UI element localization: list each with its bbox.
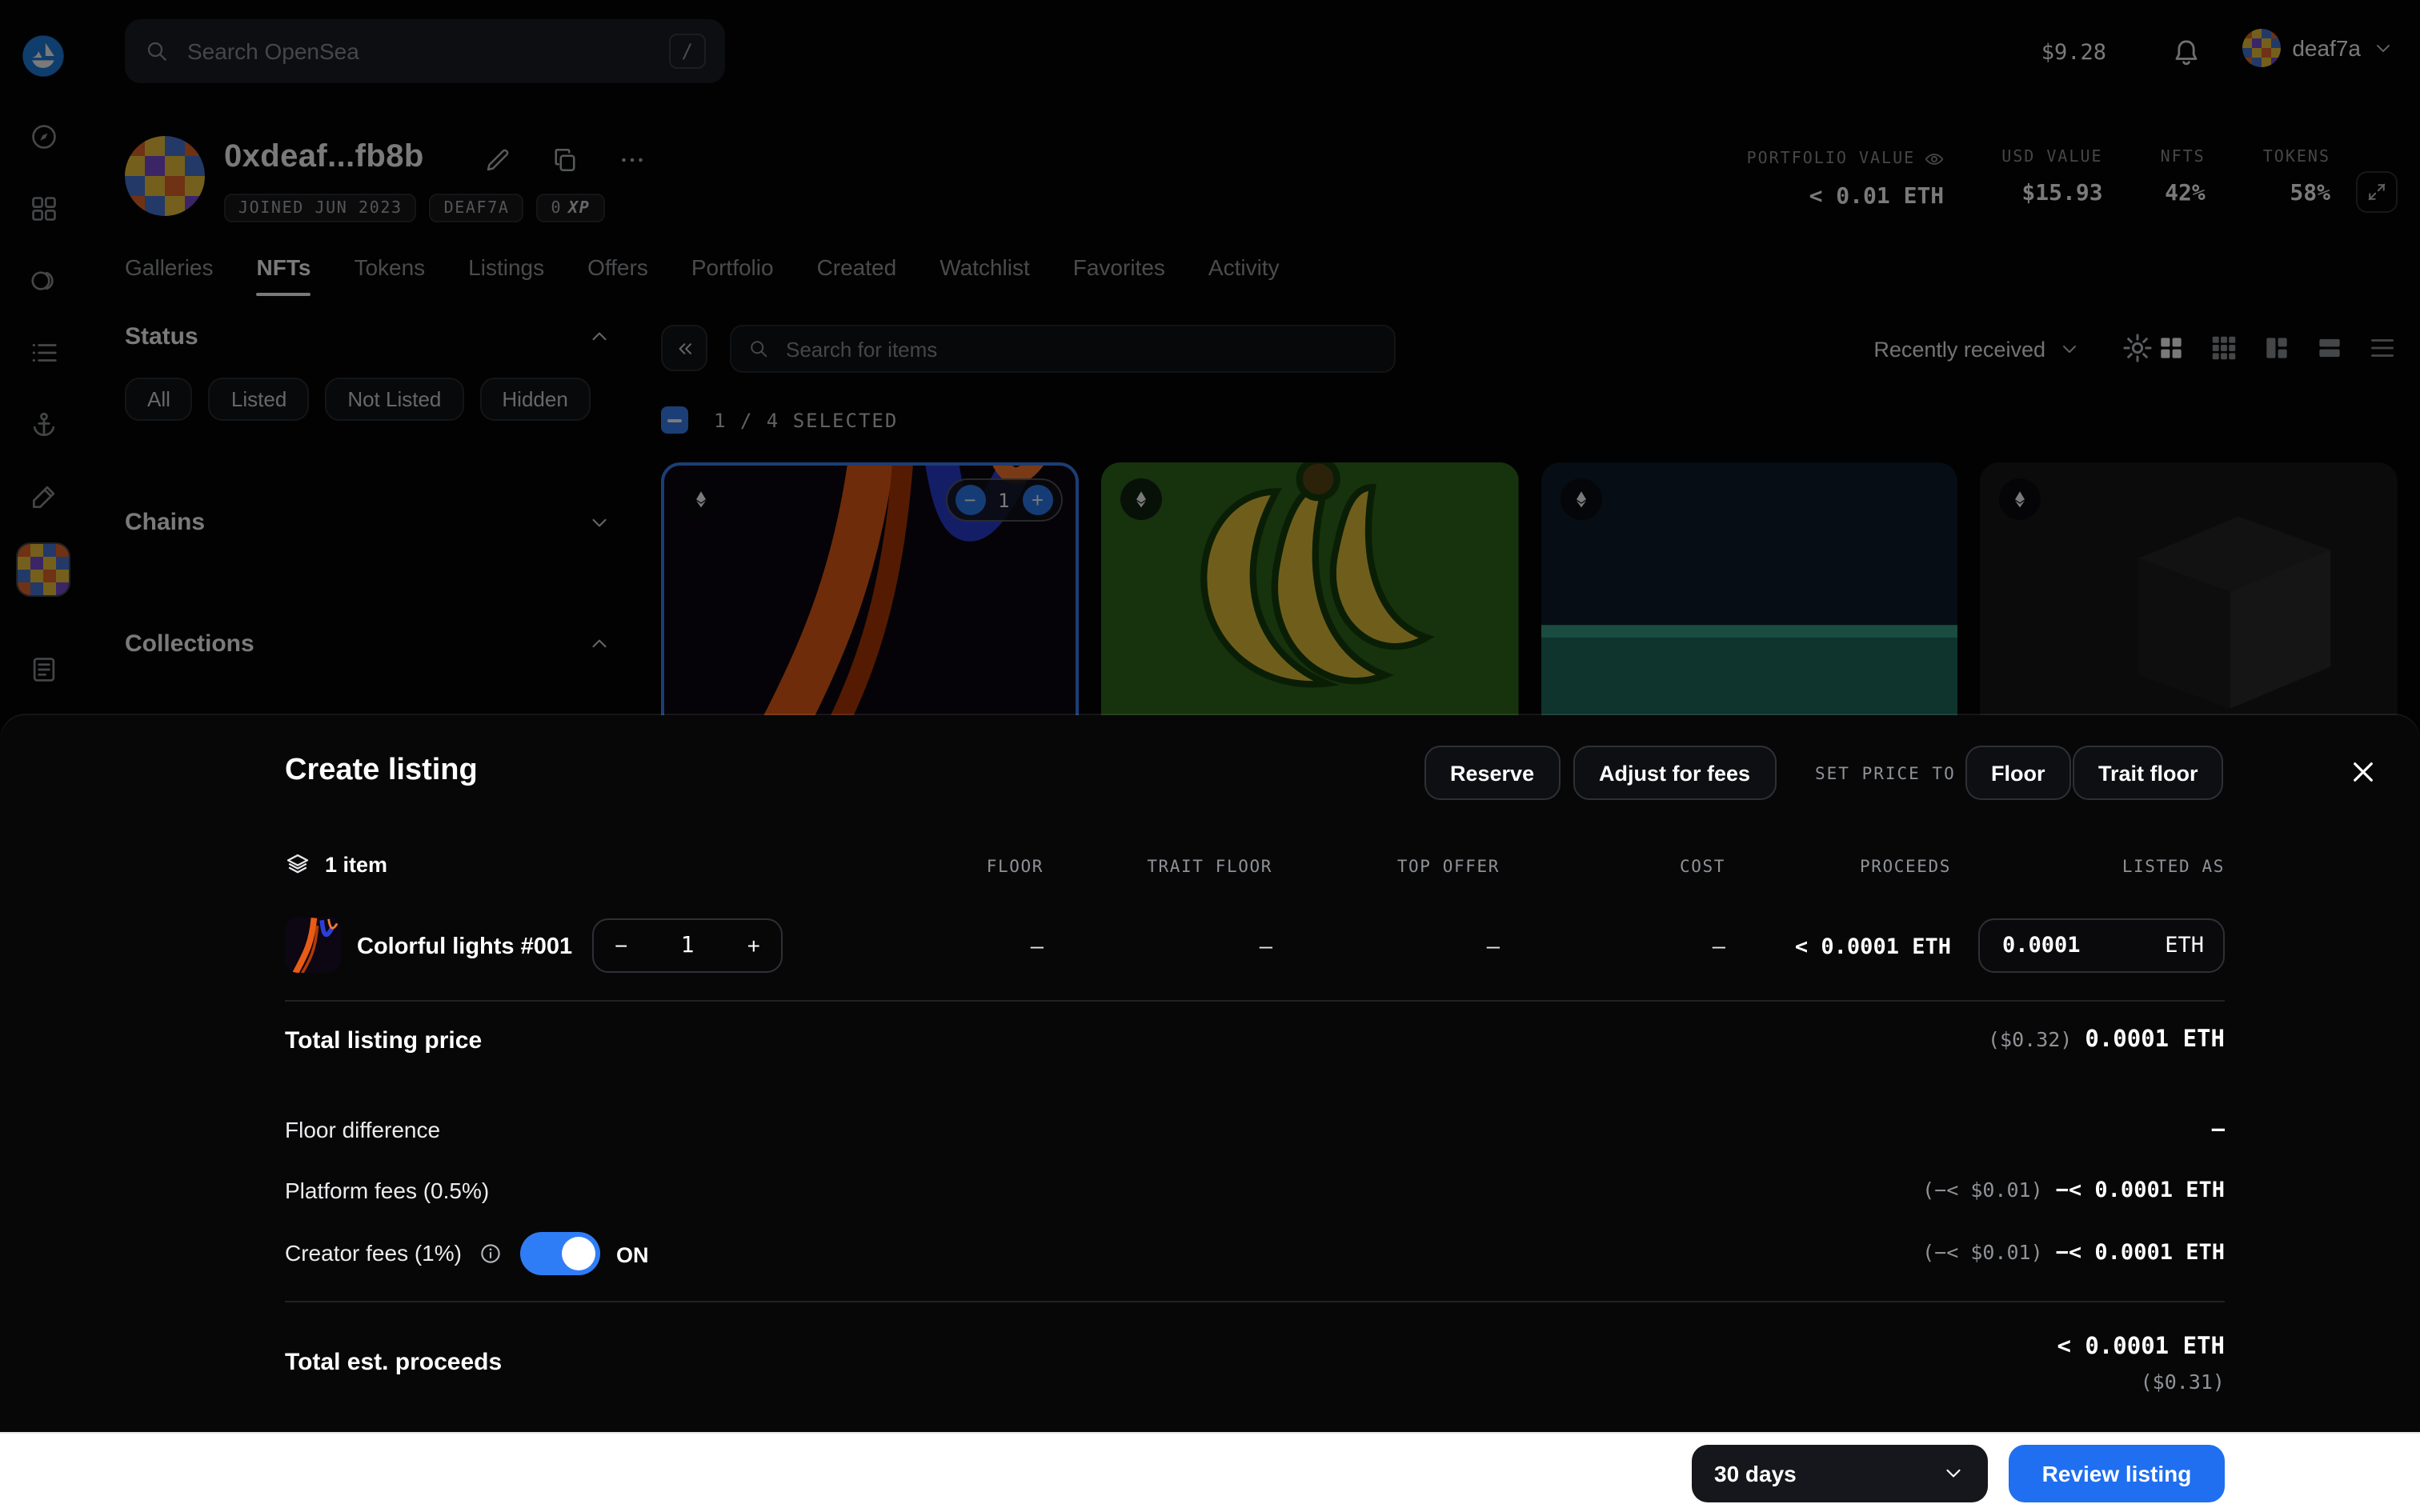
column-floor: FLOOR bbox=[987, 858, 1044, 877]
floor-difference-value: – bbox=[2212, 1117, 2225, 1142]
decrement-button[interactable]: − bbox=[615, 933, 627, 958]
column-listed-as: LISTED AS bbox=[2122, 858, 2225, 877]
duration-label: 30 days bbox=[1714, 1460, 1797, 1486]
total-price-usd: ($0.32) bbox=[1988, 1027, 2072, 1051]
price-input[interactable] bbox=[1999, 931, 2134, 960]
layers-icon bbox=[285, 851, 311, 877]
platform-fees-label: Platform fees (0.5%) bbox=[285, 1178, 489, 1203]
listing-item-thumbnail bbox=[285, 917, 341, 973]
floor-price-button[interactable]: Floor bbox=[1965, 746, 2071, 800]
items-count: 1 item bbox=[285, 851, 387, 877]
total-listing-price-label: Total listing price bbox=[285, 1027, 482, 1054]
set-price-to-label: SET PRICE TO bbox=[1815, 765, 1956, 784]
creator-fees-label: Creator fees (1%) bbox=[285, 1240, 462, 1266]
floor-value: – bbox=[1031, 934, 1044, 960]
quantity-stepper: − 1 + bbox=[592, 918, 783, 973]
platform-fee-eth: −< 0.0001 ETH bbox=[2056, 1178, 2225, 1203]
duration-dropdown[interactable]: 30 days bbox=[1692, 1444, 1988, 1502]
total-proceeds-usd: ($0.31) bbox=[2141, 1370, 2225, 1394]
listing-item-name: Colorful lights #001 bbox=[357, 934, 572, 960]
divider bbox=[285, 1301, 2225, 1302]
close-icon[interactable] bbox=[2348, 757, 2378, 787]
creator-fees-toggle[interactable] bbox=[520, 1232, 600, 1275]
divider bbox=[285, 1000, 2225, 1002]
trait-floor-value: – bbox=[1260, 934, 1272, 960]
total-proceeds-label: Total est. proceeds bbox=[285, 1349, 502, 1376]
floor-diff-dash: – bbox=[2212, 1117, 2225, 1142]
create-listing-modal: Create listing Reserve Adjust for fees S… bbox=[0, 715, 2420, 1512]
adjust-for-fees-button[interactable]: Adjust for fees bbox=[1573, 746, 1776, 800]
floor-difference-label: Floor difference bbox=[285, 1117, 440, 1142]
total-proceeds-eth: < 0.0001 ETH bbox=[2057, 1334, 2225, 1360]
platform-fees-value: (−< $0.01) −< 0.0001 ETH bbox=[1922, 1178, 2225, 1203]
top-offer-value: – bbox=[1487, 934, 1500, 960]
column-top-offer: TOP OFFER bbox=[1397, 858, 1500, 877]
creator-fee-eth: −< 0.0001 ETH bbox=[2056, 1240, 2225, 1266]
proceeds-value: < 0.0001 ETH bbox=[1795, 934, 1951, 960]
cost-value: – bbox=[1713, 934, 1725, 960]
column-cost: COST bbox=[1680, 858, 1725, 877]
platform-fee-usd: (−< $0.01) bbox=[1922, 1178, 2043, 1202]
column-proceeds: PROCEEDS bbox=[1860, 858, 1951, 877]
reserve-button[interactable]: Reserve bbox=[1424, 746, 1560, 800]
column-trait-floor: TRAIT FLOOR bbox=[1147, 858, 1272, 877]
creator-fee-usd: (−< $0.01) bbox=[1922, 1240, 2043, 1264]
chevron-down-icon bbox=[1941, 1461, 1965, 1485]
items-count-label: 1 item bbox=[325, 852, 387, 876]
review-listing-button[interactable]: Review listing bbox=[2009, 1444, 2225, 1502]
modal-footer: 30 days Review listing bbox=[0, 1432, 2420, 1512]
creator-fees-toggle-state: ON bbox=[616, 1243, 649, 1267]
increment-button[interactable]: + bbox=[747, 933, 760, 958]
currency-label: ETH bbox=[2165, 933, 2204, 958]
total-price-eth: 0.0001 ETH bbox=[2085, 1027, 2225, 1053]
quantity-value: 1 bbox=[681, 933, 695, 958]
creator-fees-value: (−< $0.01) −< 0.0001 ETH bbox=[1922, 1240, 2225, 1266]
total-listing-price-value: ($0.32) 0.0001 ETH bbox=[1988, 1027, 2225, 1053]
opensea-app: / $9.28 deaf7a 0xdeaf...fb8b JOINED JUN … bbox=[0, 0, 2420, 1512]
info-icon[interactable] bbox=[479, 1242, 503, 1266]
trait-floor-button[interactable]: Trait floor bbox=[2073, 746, 2224, 800]
modal-title: Create listing bbox=[285, 754, 478, 789]
price-input-group: ETH bbox=[1978, 918, 2225, 973]
